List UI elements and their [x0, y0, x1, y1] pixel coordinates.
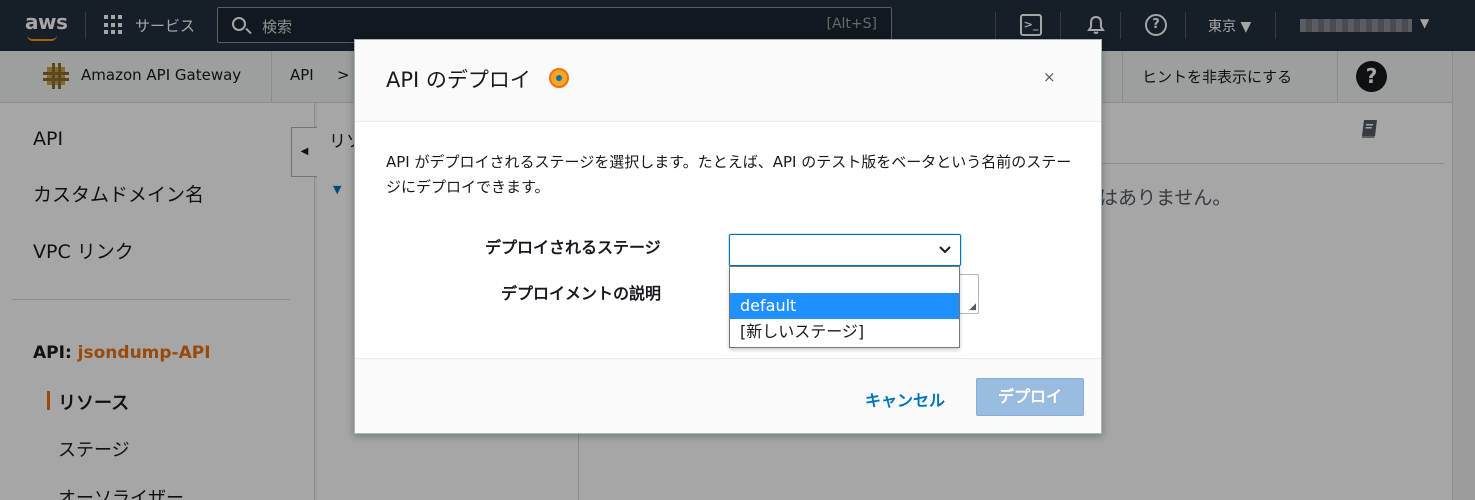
dialog-header: API のデプロイ × [355, 40, 1101, 122]
info-icon[interactable] [549, 68, 569, 88]
stage-dropdown-list: default [新しいステージ] [729, 266, 960, 348]
stage-option-new-stage[interactable]: [新しいステージ] [730, 319, 959, 345]
stage-option-default[interactable]: default [730, 293, 959, 319]
close-icon[interactable]: × [1043, 68, 1056, 86]
chevron-down-icon [939, 240, 951, 264]
deploy-button[interactable]: デプロイ [976, 378, 1084, 416]
dialog-description: API がデプロイされるステージを選択します。たとえば、API のテスト版をベー… [386, 153, 1072, 196]
deployment-description-label: デプロイメントの説明 [501, 284, 662, 303]
deploy-api-dialog: API のデプロイ × API がデプロイされるステージを選択します。たとえば、… [354, 39, 1102, 434]
cancel-button[interactable]: キャンセル [865, 387, 945, 411]
dialog-title: API のデプロイ [386, 68, 531, 92]
stage-select[interactable] [729, 234, 961, 266]
stage-label: デプロイされるステージ [485, 238, 661, 257]
stage-option-empty[interactable] [730, 267, 959, 293]
resize-grip-icon[interactable]: ◢ [969, 302, 976, 312]
dialog-footer: キャンセル デプロイ [355, 358, 1101, 433]
